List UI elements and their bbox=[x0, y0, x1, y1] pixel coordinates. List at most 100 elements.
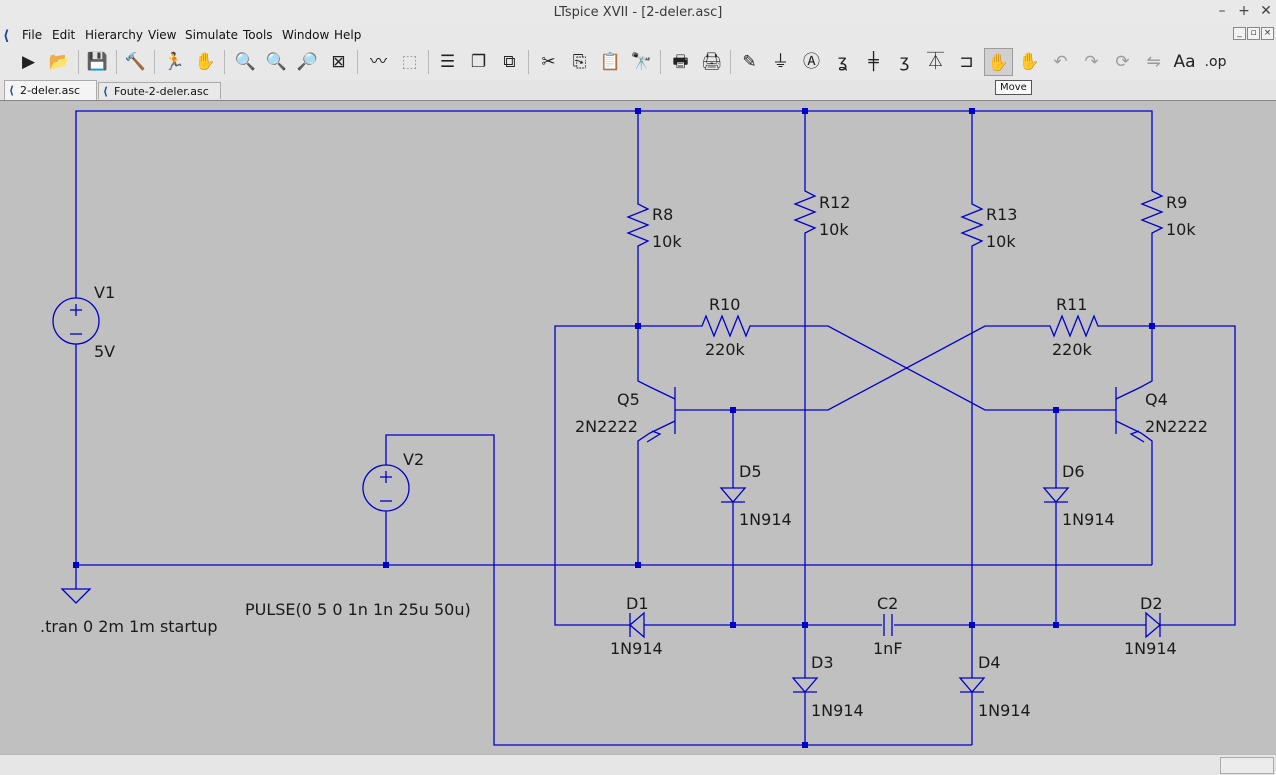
save-icon[interactable]: 💾 bbox=[83, 48, 112, 76]
v1-value[interactable]: 5V bbox=[94, 342, 115, 361]
move-icon[interactable]: ✋ bbox=[984, 48, 1013, 76]
open-folder-icon[interactable]: 📂 bbox=[45, 48, 74, 76]
menu-bar: ⟨ File Edit Hierarchy View Simulate Tool… bbox=[0, 26, 1276, 46]
tab-2-deler[interactable]: ⟨ 2-deler.asc bbox=[4, 80, 97, 100]
d3-model[interactable]: 1N914 bbox=[811, 701, 864, 720]
drag-icon[interactable]: ✋ bbox=[1015, 48, 1044, 76]
v2-value[interactable]: PULSE(0 5 0 1n 1n 25u 50u) bbox=[245, 600, 471, 619]
d4-name[interactable]: D4 bbox=[978, 653, 1001, 672]
inductor-icon[interactable]: ʒ bbox=[890, 48, 919, 76]
r10-value[interactable]: 220k bbox=[705, 340, 746, 359]
component-icon[interactable]: ⊐ bbox=[952, 48, 981, 76]
cut-icon[interactable]: ✂ bbox=[534, 48, 563, 76]
r8-name[interactable]: R8 bbox=[652, 205, 673, 224]
component-labels: R8 10k R12 10k R13 10k R9 10k R10 220k R… bbox=[40, 193, 1208, 720]
cascade-icon[interactable]: ❐ bbox=[464, 48, 493, 76]
print-icon[interactable]: 🖨 bbox=[697, 48, 726, 76]
v1-name[interactable]: V1 bbox=[94, 283, 115, 302]
close-button[interactable]: ✕ bbox=[1258, 3, 1274, 19]
r9-name[interactable]: R9 bbox=[1166, 193, 1187, 212]
c2-value[interactable]: 1nF bbox=[873, 639, 903, 658]
mdi-restore-button[interactable]: ▫ bbox=[1247, 27, 1260, 40]
d2-name[interactable]: D2 bbox=[1140, 594, 1163, 613]
zoom-fit-icon[interactable]: ⊠ bbox=[324, 48, 353, 76]
menu-view[interactable]: View bbox=[148, 28, 176, 42]
zoom-pan-icon[interactable]: 🔍 bbox=[262, 48, 291, 76]
q4-model[interactable]: 2N2222 bbox=[1145, 417, 1208, 436]
text-icon[interactable]: Aa bbox=[1170, 48, 1199, 76]
schematic-canvas[interactable]: R8 10k R12 10k R13 10k R9 10k R10 220k R… bbox=[0, 100, 1276, 755]
copy-icon[interactable]: ⎘ bbox=[565, 48, 594, 76]
status-cell bbox=[1220, 757, 1274, 774]
mdi-close-button[interactable]: × bbox=[1261, 27, 1274, 40]
zoom-out-icon[interactable]: 🔎 bbox=[293, 48, 322, 76]
capacitor-icon[interactable]: ╪ bbox=[859, 48, 888, 76]
ltspice-app-icon[interactable]: ⟨ bbox=[3, 28, 9, 44]
d5-model[interactable]: 1N914 bbox=[739, 510, 792, 529]
print-preview-icon[interactable]: 🖶 bbox=[666, 48, 695, 76]
r8-value[interactable]: 10k bbox=[652, 232, 682, 251]
schematic-icon: ⟨ bbox=[103, 85, 109, 98]
tile-vertical-icon[interactable]: ⧉ bbox=[495, 48, 524, 76]
d1-model[interactable]: 1N914 bbox=[610, 639, 663, 658]
r12-value[interactable]: 10k bbox=[819, 220, 849, 239]
d3-name[interactable]: D3 bbox=[811, 653, 834, 672]
tile-horizontal-icon[interactable]: ☰ bbox=[433, 48, 462, 76]
control-panel-icon[interactable]: 🔨 bbox=[121, 48, 150, 76]
r12-name[interactable]: R12 bbox=[819, 193, 850, 212]
window-title: LTspice XVII - [2-deler.asc] bbox=[553, 5, 723, 20]
q5-name[interactable]: Q5 bbox=[617, 390, 640, 409]
halt-simulation-icon[interactable]: 🏃 bbox=[160, 48, 189, 76]
r13-name[interactable]: R13 bbox=[986, 205, 1017, 224]
r11-value[interactable]: 220k bbox=[1052, 340, 1093, 359]
c2-name[interactable]: C2 bbox=[877, 594, 898, 613]
v2-name[interactable]: V2 bbox=[403, 450, 424, 469]
d1-name[interactable]: D1 bbox=[626, 594, 649, 613]
pan-hand-icon[interactable]: ✋ bbox=[191, 48, 220, 76]
run-icon[interactable]: ▶ bbox=[14, 48, 43, 76]
document-tab-bar: ⟨ 2-deler.asc ⟨ Foute-2-deler.asc bbox=[0, 80, 1276, 100]
menu-hierarchy[interactable]: Hierarchy bbox=[85, 28, 143, 42]
menu-simulate[interactable]: Simulate bbox=[185, 28, 238, 42]
spice-directive-icon[interactable]: .op bbox=[1201, 48, 1230, 76]
mirror-icon[interactable]: ⇋ bbox=[1139, 48, 1168, 76]
d6-name[interactable]: D6 bbox=[1062, 462, 1085, 481]
q5-model[interactable]: 2N2222 bbox=[575, 417, 638, 436]
tab-foute-2-deler[interactable]: ⟨ Foute-2-deler.asc bbox=[98, 82, 221, 99]
d5-name[interactable]: D5 bbox=[739, 462, 762, 481]
d4-model[interactable]: 1N914 bbox=[978, 701, 1031, 720]
menu-file[interactable]: File bbox=[22, 28, 42, 42]
mdi-minimize-button[interactable]: _ bbox=[1233, 27, 1246, 40]
menu-tools[interactable]: Tools bbox=[243, 28, 273, 42]
draw-wire-icon[interactable]: ✎ bbox=[735, 48, 764, 76]
spice-directive[interactable]: .tran 0 2m 1m startup bbox=[40, 617, 218, 636]
zoom-in-icon[interactable]: 🔍 bbox=[231, 48, 260, 76]
d6-model[interactable]: 1N914 bbox=[1062, 510, 1115, 529]
r13-value[interactable]: 10k bbox=[986, 232, 1016, 251]
r10-name[interactable]: R10 bbox=[709, 295, 740, 314]
r11-name[interactable]: R11 bbox=[1056, 295, 1087, 314]
ground-icon[interactable]: ⏚ bbox=[766, 48, 795, 76]
redo-icon[interactable]: ↷ bbox=[1077, 48, 1106, 76]
menu-help[interactable]: Help bbox=[334, 28, 361, 42]
toolbar: ▶ 📂 💾 🔨 🏃 ✋ 🔍 🔍 🔎 ⊠ 〰 ⬚ ☰ ❐ ⧉ ✂ ⎘ 📋 🔭 🖶 … bbox=[0, 46, 1276, 81]
menu-window[interactable]: Window bbox=[282, 28, 329, 42]
menu-edit[interactable]: Edit bbox=[52, 28, 75, 42]
d2-model[interactable]: 1N914 bbox=[1124, 639, 1177, 658]
waveform-icon[interactable]: 〰 bbox=[364, 48, 393, 76]
move-tooltip: Move bbox=[995, 80, 1032, 95]
status-bar bbox=[0, 754, 1276, 775]
undo-icon[interactable]: ↶ bbox=[1046, 48, 1075, 76]
q4-name[interactable]: Q4 bbox=[1145, 390, 1168, 409]
title-bar: LTspice XVII - [2-deler.asc] – + ✕ bbox=[0, 0, 1276, 27]
autorange-icon[interactable]: ⬚ bbox=[395, 48, 424, 76]
r9-value[interactable]: 10k bbox=[1166, 220, 1196, 239]
paste-icon[interactable]: 📋 bbox=[596, 48, 625, 76]
resistor-icon[interactable]: ʓ bbox=[828, 48, 857, 76]
find-icon[interactable]: 🔭 bbox=[627, 48, 656, 76]
maximize-button[interactable]: + bbox=[1236, 3, 1252, 19]
net-label-icon[interactable]: Ⓐ bbox=[797, 48, 826, 76]
rotate-icon[interactable]: ⟳ bbox=[1108, 48, 1137, 76]
minimize-button[interactable]: – bbox=[1214, 3, 1230, 19]
diode-icon[interactable]: ⏄ bbox=[921, 48, 950, 76]
